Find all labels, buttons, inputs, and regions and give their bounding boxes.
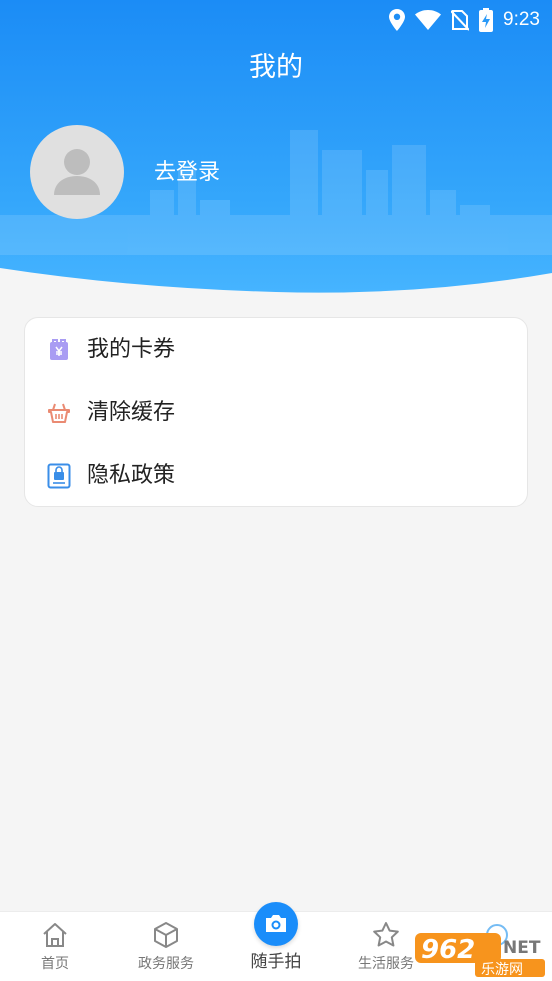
menu-item-label: 我的卡券 (87, 337, 176, 362)
menu-card: 我的卡券 清除缓存 隐私政策 (24, 317, 528, 507)
battery-charging-icon (479, 8, 494, 32)
camera-button[interactable] (254, 902, 298, 946)
cube-icon (154, 922, 178, 948)
no-sim-icon (451, 10, 470, 31)
coupon-icon (50, 339, 68, 360)
tab-label: 生活服务 (358, 956, 414, 972)
watermark-brand: 962 (421, 935, 475, 965)
status-bar: 9:23 (0, 0, 552, 40)
location-icon (389, 9, 406, 31)
tab-snapshot-label[interactable]: 随手拍 (240, 950, 312, 974)
watermark-site: 乐游网 (481, 962, 523, 978)
login-link[interactable]: 去登录 (154, 158, 220, 188)
star-icon (373, 922, 399, 947)
tab-home[interactable]: 首页 (20, 912, 90, 981)
tab-government-services[interactable]: 政务服务 (125, 912, 207, 981)
menu-item-privacy-policy[interactable]: 隐私政策 (25, 446, 529, 506)
page-title: 我的 (249, 52, 303, 83)
menu-item-clear-cache[interactable]: 清除缓存 (25, 383, 529, 443)
tab-label: 首页 (41, 956, 69, 972)
menu-item-label: 隐私政策 (87, 463, 176, 488)
menu-item-coupons[interactable]: 我的卡券 (25, 320, 529, 380)
menu-item-label: 清除缓存 (87, 400, 176, 425)
privacy-lock-icon (47, 463, 71, 489)
tab-life-services[interactable]: 生活服务 (350, 912, 422, 981)
wifi-icon (415, 10, 442, 30)
home-icon (43, 923, 67, 947)
status-icons: 9:23 (389, 6, 540, 34)
watermark-net: NET (503, 938, 541, 958)
tab-label: 政务服务 (138, 956, 194, 972)
status-time: 9:23 (503, 9, 540, 30)
user-avatar-icon (54, 149, 100, 195)
watermark-logo: 962 NET 乐游网 (415, 924, 545, 978)
avatar[interactable] (30, 125, 124, 219)
screen: 9:23 我的 去登录 我的卡券 清除缓存 隐私政策 首页 政务服务 生活服务 … (0, 0, 552, 981)
basket-icon (48, 403, 70, 423)
camera-icon (266, 915, 286, 932)
